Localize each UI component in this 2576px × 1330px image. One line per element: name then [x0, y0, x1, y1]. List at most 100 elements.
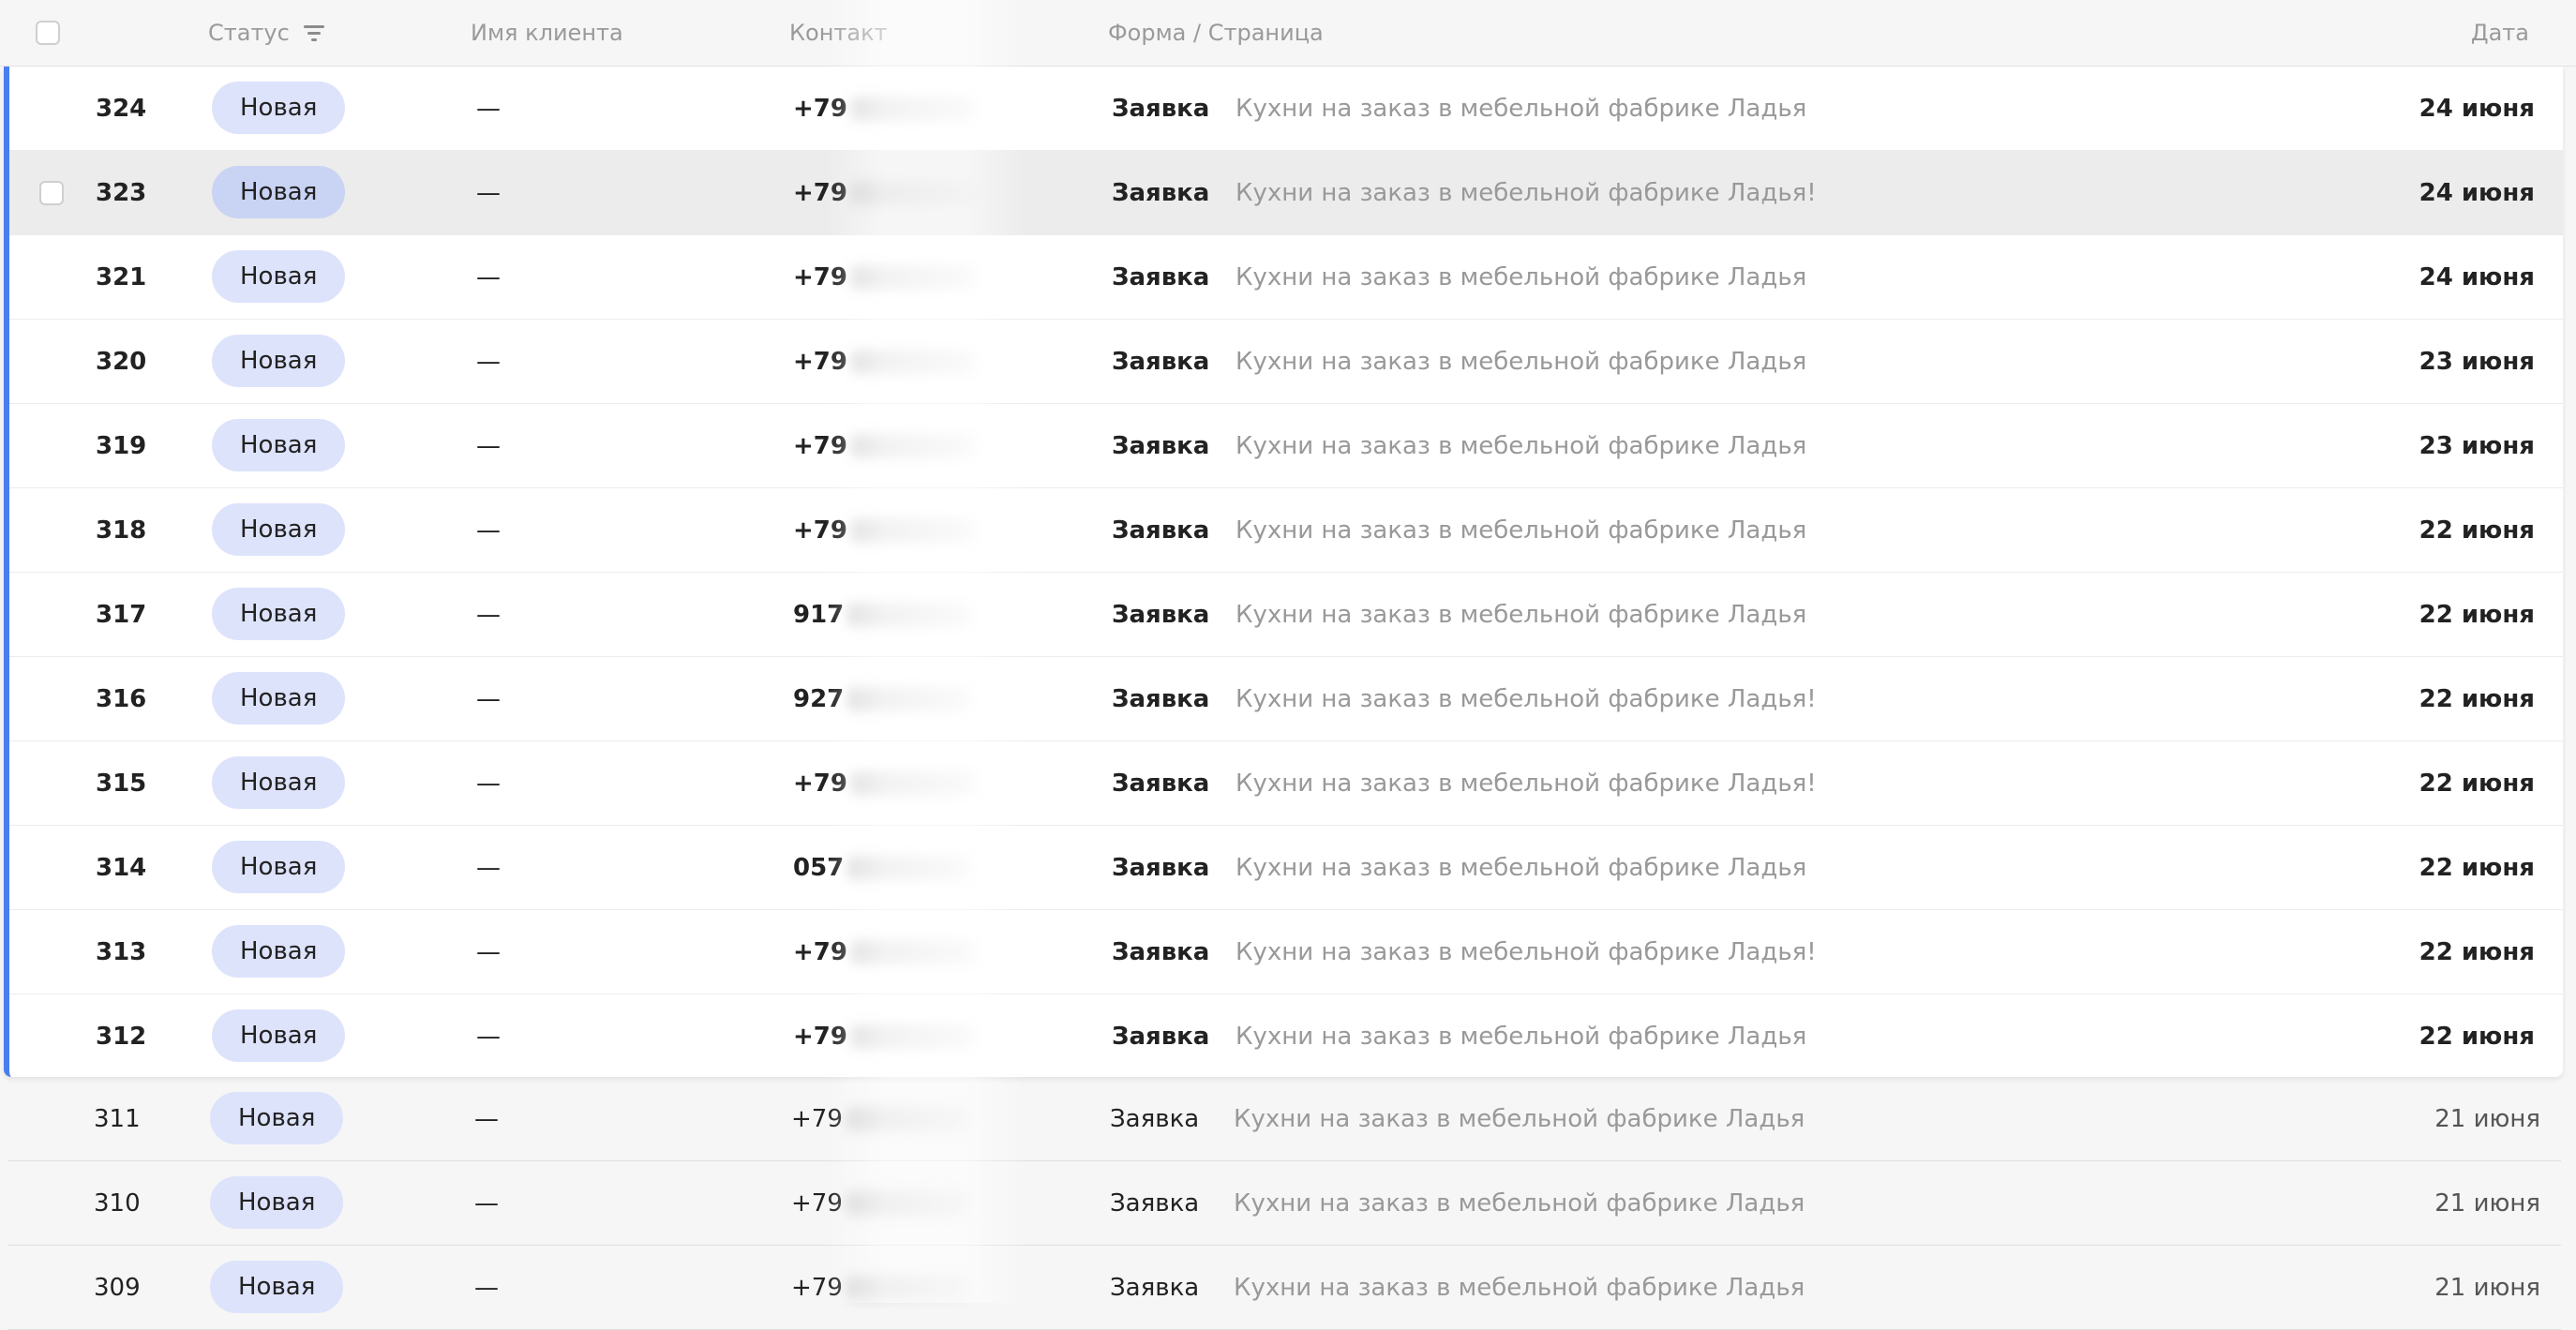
- contact-phone[interactable]: +79: [791, 1161, 968, 1245]
- status-badge[interactable]: Новая: [212, 82, 346, 134]
- client-name: —: [476, 516, 501, 545]
- contact-phone[interactable]: +79: [791, 1077, 968, 1160]
- client-name: —: [474, 1273, 499, 1302]
- table-row[interactable]: 314 Новая — 057 Заявка Кухни на заказ в …: [9, 826, 2563, 910]
- filter-icon[interactable]: [303, 23, 325, 42]
- contact-phone-prefix: +79: [793, 431, 847, 460]
- checkbox-box[interactable]: [36, 21, 60, 45]
- status-badge[interactable]: Новая: [212, 672, 346, 725]
- table-row[interactable]: 316 Новая — 927 Заявка Кухни на заказ в …: [9, 657, 2563, 741]
- lead-date: 21 июня: [2434, 1104, 2540, 1133]
- page-name[interactable]: Кухни на заказ в мебельной фабрике Ладья: [1236, 404, 1806, 487]
- table-header: Статус Имя клиента Контакт Форма / Стран…: [0, 0, 2576, 67]
- page-name[interactable]: Кухни на заказ в мебельной фабрике Ладья: [1236, 67, 1806, 150]
- page-name[interactable]: Кухни на заказ в мебельной фабрике Ладья: [1236, 235, 1806, 319]
- status-badge[interactable]: Новая: [210, 1261, 344, 1313]
- lead-date: 24 июня: [2419, 94, 2535, 123]
- status-badge[interactable]: Новая: [212, 503, 346, 556]
- table-row[interactable]: 323 Новая — +79 Заявка Кухни на заказ в …: [9, 151, 2563, 235]
- contact-phone[interactable]: 927: [793, 657, 970, 740]
- lead-date: 21 июня: [2434, 1188, 2540, 1218]
- contact-phone[interactable]: +79: [793, 488, 973, 572]
- form-name: Заявка: [1112, 178, 1210, 207]
- page-name[interactable]: Кухни на заказ в мебельной фабрике Ладья…: [1236, 151, 1817, 234]
- contact-phone[interactable]: +79: [793, 235, 973, 319]
- contact-phone[interactable]: +79: [793, 151, 973, 234]
- status-badge[interactable]: Новая: [212, 925, 346, 978]
- table-row[interactable]: 315 Новая — +79 Заявка Кухни на заказ в …: [9, 741, 2563, 826]
- blurred-phone: [850, 433, 973, 458]
- page-name[interactable]: Кухни на заказ в мебельной фабрике Ладья: [1236, 488, 1806, 572]
- column-status[interactable]: Статус: [208, 0, 325, 66]
- contact-phone[interactable]: +79: [793, 404, 973, 487]
- lead-date: 23 июня: [2419, 347, 2535, 376]
- status-badge[interactable]: Новая: [212, 1009, 346, 1062]
- checkbox-box[interactable]: [39, 180, 64, 205]
- blurred-phone: [847, 602, 970, 627]
- contact-phone[interactable]: +79: [793, 67, 973, 150]
- contact-phone[interactable]: +79: [793, 910, 973, 994]
- page-name[interactable]: Кухни на заказ в мебельной фабрике Ладья…: [1236, 657, 1817, 740]
- table-row[interactable]: 318 Новая — +79 Заявка Кухни на заказ в …: [9, 488, 2563, 573]
- contact-phone[interactable]: +79: [791, 1246, 968, 1329]
- contact-phone[interactable]: +79: [793, 741, 973, 825]
- blurred-phone: [850, 1024, 973, 1049]
- lead-date: 22 июня: [2419, 600, 2535, 629]
- table-row[interactable]: 310 Новая — +79 Заявка Кухни на заказ в …: [7, 1161, 2561, 1246]
- status-badge[interactable]: Новая: [212, 588, 346, 640]
- page-name[interactable]: Кухни на заказ в мебельной фабрике Ладья: [1234, 1246, 1805, 1329]
- contact-phone[interactable]: 917: [793, 573, 970, 656]
- client-name: —: [476, 769, 501, 798]
- table-row[interactable]: 312 Новая — +79 Заявка Кухни на заказ в …: [9, 994, 2563, 1077]
- select-all-checkbox[interactable]: [36, 0, 60, 66]
- contact-phone-prefix: +79: [793, 94, 847, 123]
- table-row[interactable]: 321 Новая — +79 Заявка Кухни на заказ в …: [9, 235, 2563, 320]
- table-row[interactable]: 319 Новая — +79 Заявка Кухни на заказ в …: [9, 404, 2563, 488]
- status-badge[interactable]: Новая: [212, 250, 346, 303]
- page-name[interactable]: Кухни на заказ в мебельной фабрике Ладья: [1236, 320, 1806, 403]
- form-name: Заявка: [1112, 769, 1210, 798]
- page-name[interactable]: Кухни на заказ в мебельной фабрике Ладья: [1236, 573, 1806, 656]
- form-name: Заявка: [1112, 347, 1210, 376]
- table-row[interactable]: 324 Новая — +79 Заявка Кухни на заказ в …: [9, 67, 2563, 151]
- contact-phone[interactable]: +79: [793, 994, 973, 1077]
- contact-phone-prefix: +79: [793, 347, 847, 376]
- contact-phone[interactable]: 057: [793, 826, 970, 909]
- page-name[interactable]: Кухни на заказ в мебельной фабрике Ладья…: [1236, 741, 1817, 825]
- status-badge[interactable]: Новая: [212, 166, 346, 218]
- lead-date: 23 июня: [2419, 431, 2535, 460]
- status-badge[interactable]: Новая: [212, 419, 346, 471]
- page-name[interactable]: Кухни на заказ в мебельной фабрике Ладья: [1236, 994, 1806, 1077]
- status-badge[interactable]: Новая: [212, 756, 346, 809]
- table-row[interactable]: 309 Новая — +79 Заявка Кухни на заказ в …: [7, 1246, 2561, 1330]
- table-row[interactable]: 320 Новая — +79 Заявка Кухни на заказ в …: [9, 320, 2563, 404]
- status-badge[interactable]: Новая: [212, 335, 346, 387]
- page-name[interactable]: Кухни на заказ в мебельной фабрике Ладья: [1234, 1161, 1805, 1245]
- contact-phone[interactable]: +79: [793, 320, 973, 403]
- status-badge[interactable]: Новая: [212, 841, 346, 893]
- lead-date: 22 июня: [2419, 937, 2535, 966]
- status-badge[interactable]: Новая: [210, 1176, 344, 1229]
- form-name: Заявка: [1110, 1104, 1200, 1133]
- lead-id: 314: [96, 853, 147, 882]
- status-badge[interactable]: Новая: [210, 1092, 344, 1144]
- form-name: Заявка: [1112, 853, 1210, 882]
- lead-date: 22 июня: [2419, 684, 2535, 713]
- lead-id: 321: [96, 262, 147, 291]
- page-name[interactable]: Кухни на заказ в мебельной фабрике Ладья: [1234, 1077, 1805, 1160]
- form-name: Заявка: [1112, 516, 1210, 545]
- leads-table-selected-group: 324 Новая — +79 Заявка Кухни на заказ в …: [4, 67, 2563, 1077]
- blurred-phone: [850, 770, 973, 796]
- blurred-phone: [846, 1275, 968, 1300]
- row-checkbox[interactable]: [39, 151, 64, 234]
- lead-id: 317: [96, 600, 147, 629]
- contact-phone-prefix: 057: [793, 853, 845, 882]
- client-name: —: [476, 684, 501, 713]
- table-row[interactable]: 313 Новая — +79 Заявка Кухни на заказ в …: [9, 910, 2563, 994]
- table-row[interactable]: 317 Новая — 917 Заявка Кухни на заказ в …: [9, 573, 2563, 657]
- lead-id: 315: [96, 769, 147, 798]
- table-row[interactable]: 311 Новая — +79 Заявка Кухни на заказ в …: [7, 1077, 2561, 1161]
- page-name[interactable]: Кухни на заказ в мебельной фабрике Ладья: [1236, 826, 1806, 909]
- page-name[interactable]: Кухни на заказ в мебельной фабрике Ладья…: [1236, 910, 1817, 994]
- form-name: Заявка: [1112, 94, 1210, 123]
